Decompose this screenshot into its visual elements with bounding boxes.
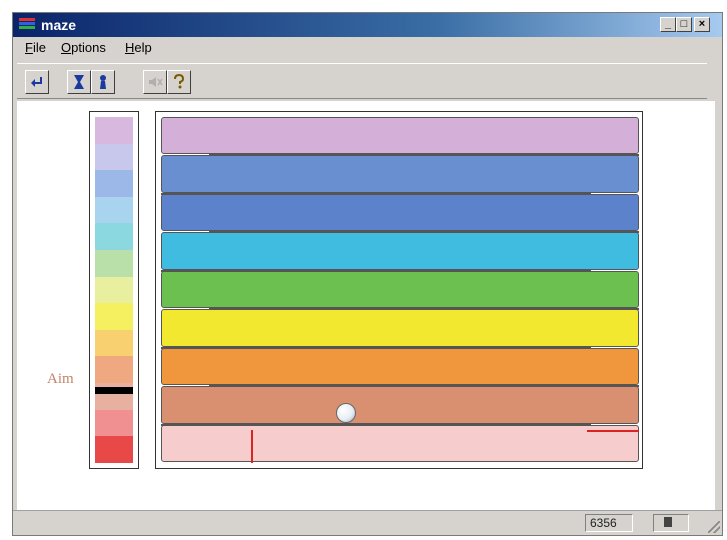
red-path-line [251, 430, 253, 463]
game-area: Aim [17, 101, 715, 511]
maze-wall [161, 269, 591, 272]
menu-bar: File Options Help [13, 37, 722, 57]
scale-swatch [95, 170, 133, 197]
app-icon [19, 18, 35, 32]
scale-swatch [95, 356, 133, 384]
maze-wall [161, 346, 591, 349]
color-scale [89, 111, 139, 469]
aim-label: Aim [47, 371, 74, 387]
menu-file[interactable]: File [25, 40, 46, 55]
maximize-button[interactable]: □ [676, 17, 692, 32]
maze-wall [209, 154, 639, 157]
maze-wall [209, 231, 639, 234]
maze-band [161, 232, 639, 270]
maze-wall [209, 308, 639, 311]
maze-band [161, 155, 639, 193]
scale-swatch [95, 196, 133, 224]
window-title: maze [41, 17, 77, 33]
status-bar: 6356 [13, 510, 722, 535]
scale-swatch [95, 303, 133, 330]
maze-band [161, 270, 639, 309]
move-counter: 6356 [585, 514, 633, 532]
player-ball[interactable] [336, 403, 356, 423]
maze-wall [161, 423, 591, 426]
maze-wall [161, 192, 591, 195]
menu-help[interactable]: Help [125, 40, 152, 55]
scale-swatch [95, 250, 133, 277]
toolbar [17, 63, 707, 99]
status-panel [653, 514, 689, 532]
maze-window: maze _ □ × File Options Help Aim 6356 [12, 12, 723, 536]
scale-swatch [95, 276, 133, 304]
pawn-icon[interactable] [91, 70, 115, 94]
disk-icon [664, 517, 672, 527]
resize-grip[interactable] [708, 521, 720, 533]
maze-band [161, 117, 639, 155]
help-question-icon[interactable] [167, 70, 191, 94]
hourglass-icon[interactable] [67, 70, 91, 94]
maze-band [161, 347, 639, 386]
scale-swatch [95, 436, 133, 463]
maze-band [161, 386, 639, 424]
title-bar[interactable]: maze _ □ × [13, 13, 722, 37]
red-path-line [587, 430, 639, 432]
scale-swatch [95, 143, 133, 171]
scale-swatch [95, 117, 133, 144]
menu-options[interactable]: Options [61, 40, 106, 55]
maze-band [161, 309, 639, 347]
scale-swatch [95, 329, 133, 357]
maze-band [161, 424, 639, 462]
aim-marker [95, 386, 133, 394]
return-arrow-icon[interactable] [25, 70, 49, 94]
close-button[interactable]: × [694, 17, 710, 32]
scale-swatch [95, 223, 133, 251]
speaker-muted-icon[interactable] [143, 70, 167, 94]
scale-swatch [95, 409, 133, 437]
maze-board [155, 111, 643, 469]
maze-wall [209, 385, 639, 388]
maze-band [161, 193, 639, 232]
minimize-button[interactable]: _ [660, 17, 676, 32]
